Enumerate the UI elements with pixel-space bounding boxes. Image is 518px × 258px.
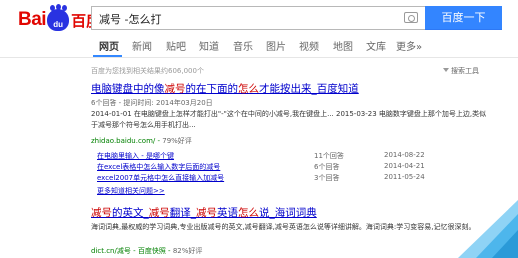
sub-result: 在excel表格中怎么输入数字后面的减号 6个回答 2014-04-21 [97, 162, 497, 173]
title-part: 的英文_ [112, 207, 149, 219]
header: Bai du 百度 减号 -怎么打 百度一下 [0, 0, 518, 38]
title-highlight: 减号 [164, 83, 186, 95]
title-part: 说_海词词典 [259, 207, 317, 219]
search-query[interactable]: 减号 -怎么打 [99, 11, 161, 27]
title-highlight: 减号 [196, 207, 217, 219]
corner-decoration [458, 200, 518, 258]
title-part: 翻译_ [169, 207, 196, 219]
logo-text-bai: Bai [18, 9, 47, 30]
nav-divider [0, 57, 518, 58]
search-button[interactable]: 百度一下 [425, 6, 502, 30]
sub-result-link[interactable]: excel2007单元格中怎么直接输入加减号 [97, 173, 224, 183]
nav-tabs: 网页 新闻 贴吧 知道 音乐 图片 视频 地图 文库 更多» [0, 34, 518, 57]
result-2-title[interactable]: 减号的英文_减号翻译_减号英语怎么说_海词词典 [91, 205, 317, 220]
result-1-url[interactable]: zhidao.baidu.com/ - 79%好评 [91, 136, 192, 146]
tab-map[interactable]: 地图 [333, 38, 353, 53]
filter-icon [443, 68, 449, 72]
tab-zhidao[interactable]: 知道 [199, 38, 219, 53]
title-highlight: 怎么 [238, 83, 259, 95]
result-1-snippet: 2014-01-01 在电脑键盘上怎样才能打出"-"这个在中间的小减号,我在键盘… [91, 110, 487, 129]
result-2-url[interactable]: dict.cn/减号 - 百度快照 - 82%好评 [91, 246, 202, 256]
rating[interactable]: 82%好评 [173, 247, 203, 255]
paw-icon: du [47, 4, 70, 31]
title-part: 英语 [217, 207, 238, 219]
title-part: 电脑键盘中的像 [91, 83, 165, 95]
sub-result-answers: 11个回答 [314, 152, 344, 160]
title-highlight: 减号 [148, 207, 170, 219]
rating[interactable]: 79%好评 [162, 137, 192, 145]
tab-images[interactable]: 图片 [266, 38, 286, 53]
title-highlight: 减号 [91, 207, 112, 219]
sub-result-link[interactable]: 在excel表格中怎么输入数字后面的减号 [97, 162, 220, 172]
logo-text-du: du [53, 20, 63, 29]
url-text: dict.cn/减号 - 百度快照 - [91, 247, 173, 255]
sub-result-date: 2011-05-24 [384, 173, 425, 181]
sub-result-date: 2014-08-22 [384, 151, 425, 159]
tab-more[interactable]: 更多» [396, 38, 422, 53]
tab-video[interactable]: 视频 [299, 38, 319, 53]
baidu-logo[interactable]: Bai du 百度 [18, 4, 101, 32]
sub-result: excel2007单元格中怎么直接输入加减号 3个回答 2011-05-24 [97, 173, 497, 184]
tab-wenku[interactable]: 文库 [366, 38, 386, 53]
sub-result: 在电脑里输入 - 是哪个键 11个回答 2014-08-22 [97, 151, 497, 162]
tab-web[interactable]: 网页 [99, 38, 119, 53]
search-input[interactable]: 减号 -怎么打 [91, 6, 425, 30]
search-tools-button[interactable]: 搜索工具 [443, 66, 479, 76]
result-count: 百度为您找到相关结果约606,000个 [91, 67, 204, 75]
camera-icon[interactable] [404, 12, 418, 23]
tab-news[interactable]: 新闻 [132, 38, 152, 53]
sub-result-date: 2014-04-21 [384, 162, 425, 170]
search-tools-label: 搜索工具 [451, 67, 479, 75]
title-highlight: 怎么 [238, 207, 259, 219]
result-1-title[interactable]: 电脑键盘中的像减号的在下面的怎么才能按出来_百度知道 [91, 81, 359, 96]
more-related-link[interactable]: 更多知道相关问题>> [97, 186, 165, 196]
result-2-snippet: 海词词典,最权威的学习词典,专业出版减号的英文,减号翻译,减号英语怎么说等详细讲… [91, 223, 476, 231]
sub-result-answers: 3个回答 [314, 174, 340, 182]
title-part: 的在下面的 [185, 83, 239, 95]
sub-result-answers: 6个回答 [314, 163, 340, 171]
tab-tieba[interactable]: 贴吧 [166, 38, 186, 53]
tab-music[interactable]: 音乐 [233, 38, 253, 53]
result-1-meta: 6个回答 - 提问时间: 2014年03月20日 [91, 99, 213, 107]
title-part: 才能按出来_百度知道 [259, 83, 359, 95]
url-text: zhidao.baidu.com/ - [91, 137, 163, 145]
sub-result-link[interactable]: 在电脑里输入 - 是哪个键 [97, 151, 174, 161]
